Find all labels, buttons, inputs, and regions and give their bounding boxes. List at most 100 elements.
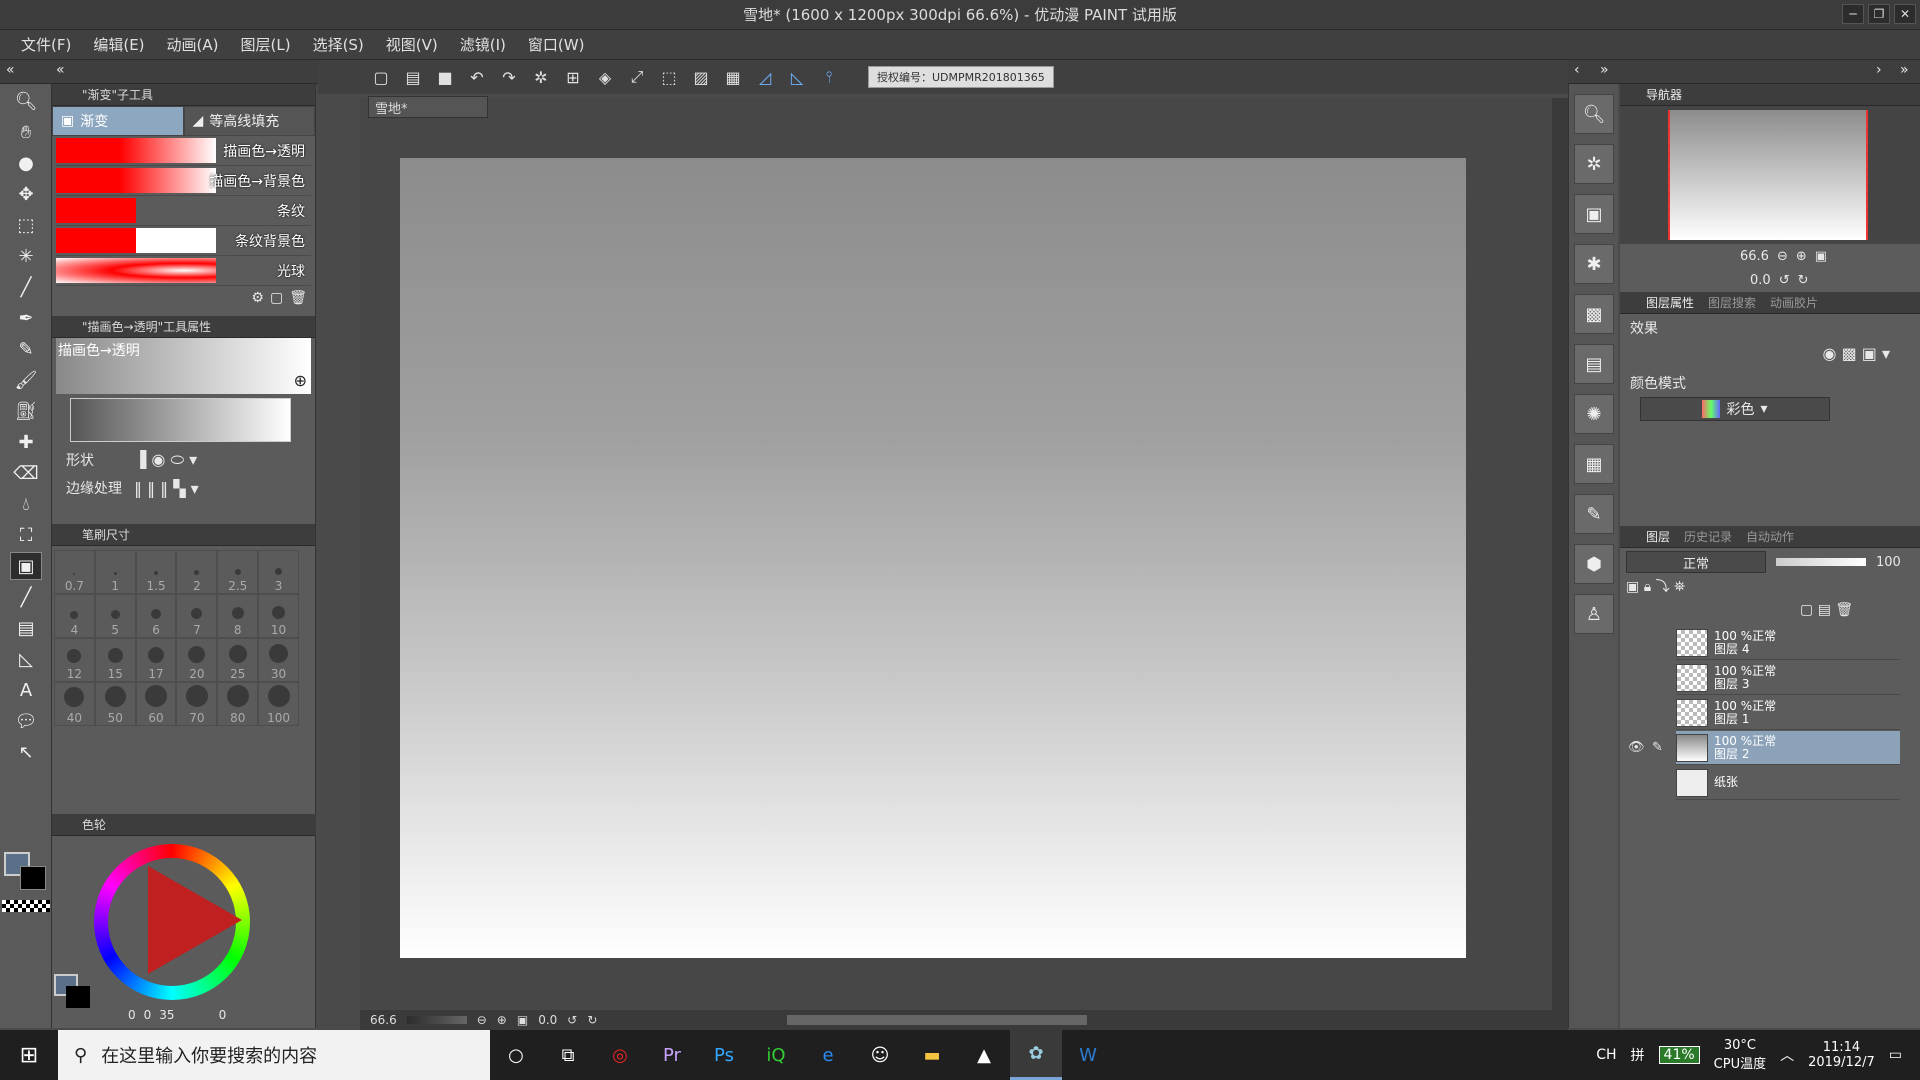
opacity-slider[interactable] bbox=[1776, 558, 1866, 566]
eyedropper-icon[interactable]: ╱ bbox=[10, 273, 42, 301]
brush-size-cell[interactable]: 2.5 bbox=[217, 550, 259, 594]
brush-size-cell[interactable]: 100 bbox=[258, 682, 299, 726]
new-file-icon[interactable]: ▢ bbox=[368, 64, 394, 90]
menu-window[interactable]: 窗口(W) bbox=[517, 34, 596, 55]
brush-size-cell[interactable]: 25 bbox=[217, 638, 259, 682]
layer-color-icon[interactable]: ▣ bbox=[1626, 579, 1639, 595]
menu-layer[interactable]: 图层(L) bbox=[230, 34, 302, 55]
balloon-tool-icon[interactable]: 💬︎ bbox=[10, 707, 42, 735]
dropper-tool-icon[interactable]: ● bbox=[10, 149, 42, 177]
chevron-up-icon[interactable]: ︿ bbox=[1780, 1045, 1794, 1065]
ime-indicator[interactable]: CH bbox=[1596, 1047, 1616, 1063]
vertical-scrollbar[interactable] bbox=[1552, 98, 1568, 1010]
reference-icon[interactable]: ⛯ bbox=[1674, 579, 1685, 595]
menu-filter[interactable]: 滤镜(I) bbox=[449, 34, 517, 55]
brush-size-cell[interactable]: 7 bbox=[176, 594, 218, 638]
menu-view[interactable]: 视图(V) bbox=[375, 34, 449, 55]
brush-size-cell[interactable]: 20 bbox=[176, 638, 218, 682]
brush-size-cell[interactable]: 60 bbox=[135, 682, 177, 726]
brush-size-cell[interactable]: 0.7 bbox=[54, 550, 95, 594]
gradient-item[interactable]: 描画色→背景色 bbox=[56, 166, 311, 196]
visibility-eye-icon[interactable]: 👁︎ bbox=[1628, 740, 1645, 755]
expand-right2-icon[interactable]: › bbox=[1876, 62, 1882, 78]
layer-row[interactable]: 100 %正常 图层 1 bbox=[1676, 696, 1900, 730]
edge-options[interactable]: ‖ ‖ ‖ ▚ ▾ bbox=[134, 479, 199, 498]
nav-fit-icon[interactable]: ▣ bbox=[1815, 249, 1827, 264]
layer-row[interactable]: 纸张 bbox=[1676, 766, 1900, 800]
minimize-button[interactable]: ─ bbox=[1842, 4, 1864, 24]
pencil-tool-icon[interactable]: ✎ bbox=[10, 335, 42, 363]
brush-size-cell[interactable]: 12 bbox=[54, 638, 95, 682]
delete-gradient-icon[interactable]: 🗑︎ bbox=[289, 290, 307, 312]
search-box[interactable]: ⚲ 在这里输入你要搜索的内容 bbox=[58, 1030, 490, 1080]
expand-right3-icon[interactable]: » bbox=[1900, 62, 1909, 78]
panel-sub-color[interactable] bbox=[66, 986, 90, 1008]
ruler-snap-icon[interactable]: ◿ bbox=[752, 64, 778, 90]
menu-file[interactable]: 文件(F) bbox=[10, 34, 82, 55]
text-tool-icon[interactable]: A bbox=[10, 676, 42, 704]
brush-tool-icon[interactable]: 🖌︎ bbox=[10, 366, 42, 394]
effect-material-icon[interactable]: ✺ bbox=[1574, 394, 1614, 434]
ruler-tool-icon[interactable]: ◺ bbox=[10, 645, 42, 673]
special-ruler-icon[interactable]: ◺ bbox=[784, 64, 810, 90]
frame-material-icon[interactable]: ▤ bbox=[1574, 344, 1614, 384]
nav-rotate-right-icon[interactable]: ↻ bbox=[1798, 273, 1809, 288]
pattern-material-icon[interactable]: ▩ bbox=[1574, 294, 1614, 334]
search-icon[interactable]: 🔍︎ bbox=[1574, 94, 1614, 134]
canvas[interactable] bbox=[400, 158, 1466, 958]
photo-material-icon[interactable]: ▦ bbox=[1574, 444, 1614, 484]
zoom-slider[interactable] bbox=[406, 1016, 467, 1024]
brush-size-cell[interactable]: 15 bbox=[94, 638, 136, 682]
fill-icon[interactable]: ◈ bbox=[592, 64, 618, 90]
fit-icon[interactable]: ▣ bbox=[517, 1013, 528, 1027]
zoom-in-icon[interactable]: ⊕ bbox=[497, 1013, 507, 1027]
color-mode-select[interactable]: 彩色 ▾ bbox=[1640, 397, 1830, 421]
nav-rotate-left-icon[interactable]: ↺ bbox=[1779, 273, 1790, 288]
brush-size-cell[interactable]: 50 bbox=[94, 682, 136, 726]
zoom-out-icon[interactable]: ⊖ bbox=[477, 1013, 487, 1027]
effect-options[interactable]: ◉ ▩ ▣ ▾ bbox=[1630, 338, 1910, 373]
nav-zoom-in-icon[interactable]: ⊕ bbox=[1796, 249, 1807, 264]
brush-size-cell[interactable]: 1.5 bbox=[135, 550, 177, 594]
word-icon[interactable]: W bbox=[1062, 1030, 1114, 1080]
brush-material-icon[interactable]: ✱ bbox=[1574, 244, 1614, 284]
cortana-icon[interactable]: ○ bbox=[490, 1030, 542, 1080]
brush-size-cell[interactable]: 5 bbox=[94, 594, 136, 638]
open-file-icon[interactable]: ▤ bbox=[400, 64, 426, 90]
brush-size-cell[interactable]: 17 bbox=[135, 638, 177, 682]
gradient-item[interactable]: 描画色→透明 bbox=[56, 136, 311, 166]
brush-size-cell[interactable]: 8 bbox=[217, 594, 259, 638]
menu-animation[interactable]: 动画(A) bbox=[156, 34, 230, 55]
new-layer-icon[interactable]: ▢ bbox=[1800, 602, 1813, 618]
grid-snap-icon[interactable]: ⫯ bbox=[816, 64, 842, 90]
tab-auto-actions[interactable]: 自动动作 bbox=[1746, 528, 1794, 545]
magnify-icon[interactable]: ⊕ bbox=[294, 371, 307, 390]
menu-select[interactable]: 选择(S) bbox=[302, 34, 375, 55]
grid-icon[interactable]: ▦ bbox=[720, 64, 746, 90]
close-button[interactable]: ✕ bbox=[1894, 4, 1916, 24]
menu-edit[interactable]: 编辑(E) bbox=[82, 34, 155, 55]
eraser-tool-icon[interactable]: ⌫ bbox=[10, 459, 42, 487]
tab-gradient[interactable]: ▣ 渐变 bbox=[52, 106, 184, 136]
task-view-icon[interactable]: ⧉ bbox=[542, 1030, 594, 1080]
brush-size-cell[interactable]: 40 bbox=[54, 682, 95, 726]
iqiyi-icon[interactable]: iQ bbox=[750, 1030, 802, 1080]
collapse-left2-icon[interactable]: « bbox=[56, 62, 65, 78]
image-material-icon[interactable]: ▣ bbox=[1574, 194, 1614, 234]
file-explorer-icon[interactable]: ▬ bbox=[906, 1030, 958, 1080]
layer-row[interactable]: 100 %正常 图层 2 👁︎ ✎ bbox=[1628, 731, 1900, 765]
brush-size-cell[interactable]: 70 bbox=[176, 682, 218, 726]
transform-icon[interactable]: ⊞ bbox=[560, 64, 586, 90]
shape-options[interactable]: ▐ ◉ ⬭ ▾ bbox=[134, 450, 197, 470]
redo-icon[interactable]: ↷ bbox=[496, 64, 522, 90]
transparent-color-swatch[interactable] bbox=[2, 900, 50, 912]
pen-tool-icon[interactable]: ✒ bbox=[10, 304, 42, 332]
gradient-tool-icon[interactable]: ▣ bbox=[10, 552, 42, 580]
tab-layer-properties[interactable]: 图层属性 bbox=[1646, 294, 1694, 311]
scale-icon[interactable]: ⤢ bbox=[624, 64, 650, 90]
pose-material-icon[interactable]: ♙ bbox=[1574, 594, 1614, 634]
brush-size-cell[interactable]: 1 bbox=[94, 550, 136, 594]
blend-mode-select[interactable]: 正常 bbox=[1626, 551, 1766, 573]
tab-layers[interactable]: 图层 bbox=[1646, 528, 1670, 545]
premiere-icon[interactable]: Pr bbox=[646, 1030, 698, 1080]
